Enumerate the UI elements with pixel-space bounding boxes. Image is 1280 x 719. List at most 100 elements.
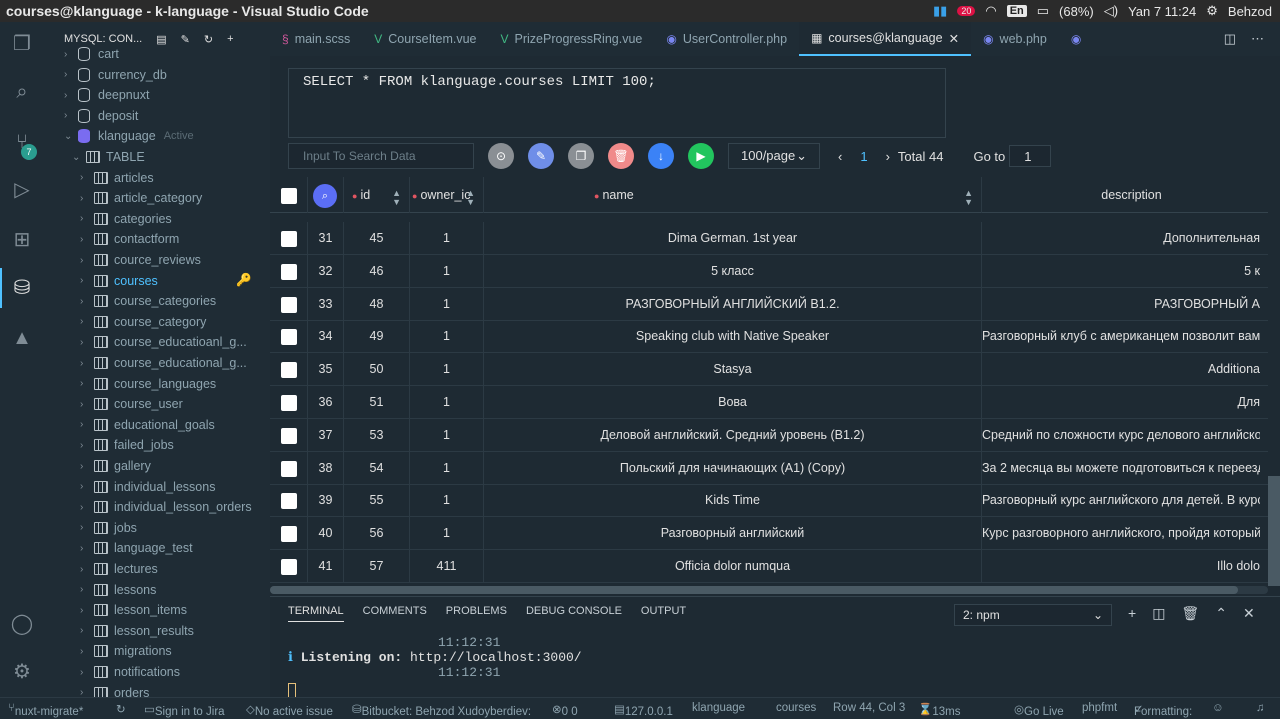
cell-id[interactable]: 46: [344, 254, 410, 288]
tab-courseitem-vue[interactable]: V CourseItem.vue: [362, 22, 488, 56]
tab-more[interactable]: ◉: [1059, 22, 1093, 56]
page-size-select[interactable]: 100/page ⌄: [728, 143, 820, 169]
cell-owner[interactable]: 1: [410, 517, 484, 551]
sync-icon[interactable]: ↻: [116, 702, 126, 716]
new-query-icon[interactable]: ▤: [156, 33, 166, 46]
table-group[interactable]: ⌄ TABLE: [72, 147, 145, 167]
table-item[interactable]: › course_educational_g...: [80, 353, 247, 373]
table-item[interactable]: › migrations: [80, 641, 172, 661]
database-item[interactable]: › deposit: [64, 106, 138, 126]
jira-status[interactable]: ▭ Sign in to Jira: [144, 702, 225, 718]
current-page[interactable]: 1: [860, 149, 867, 164]
tab-problems[interactable]: PROBLEMS: [446, 605, 507, 622]
tab-debug-console[interactable]: DEBUG CONSOLE: [526, 605, 622, 622]
copy-button[interactable]: ❐: [568, 143, 594, 169]
cell-description[interactable]: За 2 месяца вы можете подготовиться к пе…: [982, 452, 1260, 485]
chart-app-icon[interactable]: ▮▮: [933, 3, 947, 19]
table-item[interactable]: › categories: [80, 209, 172, 229]
cell-id[interactable]: 49: [344, 320, 410, 354]
cell-id[interactable]: 57: [344, 550, 410, 583]
debug-icon[interactable]: ▷: [10, 178, 34, 202]
table-row[interactable]: 37 53 1 Деловой английский. Средний уровень…: [270, 418, 1280, 452]
vertical-scrollbar[interactable]: [1268, 56, 1280, 596]
bell-icon[interactable]: ♫: [1256, 702, 1265, 714]
database-item[interactable]: › currency_db: [64, 65, 167, 85]
database-item[interactable]: › deepnuxt: [64, 85, 149, 105]
phpfmt-status[interactable]: phpfmt: [1082, 702, 1117, 714]
table-item[interactable]: › orders: [80, 683, 149, 697]
table-item[interactable]: › language_test: [80, 538, 193, 558]
cell-description[interactable]: Средний по сложности курс делового англи…: [982, 419, 1260, 452]
edit-icon[interactable]: ✎: [181, 33, 190, 46]
sort-icon[interactable]: ▲ ▼: [392, 177, 401, 207]
table-item[interactable]: › gallery: [80, 456, 151, 476]
account-icon[interactable]: ◯: [10, 612, 34, 636]
table-item[interactable]: › cource_reviews: [80, 250, 201, 270]
gear-icon[interactable]: ⚙: [1206, 3, 1218, 19]
table-item[interactable]: › course_categories: [80, 291, 216, 311]
edit-button[interactable]: ✎: [528, 143, 554, 169]
table-item[interactable]: › course_educatioanl_g...: [80, 332, 247, 352]
run-button[interactable]: ▶: [688, 143, 714, 169]
bitbucket-status[interactable]: ⛁ Bitbucket: Behzod Xudoyberdiev:: [352, 702, 531, 718]
cell-name[interactable]: Деловой английский. Средний уровень (В1.…: [484, 418, 982, 452]
cell-name[interactable]: Польский для начинающих (А1) (Copy): [484, 451, 982, 485]
keyboard-layout[interactable]: En: [1006, 5, 1027, 17]
table-item[interactable]: › individual_lessons: [80, 477, 215, 497]
table-row[interactable]: 35 50 1 Stasya Additiona: [270, 353, 1280, 387]
split-terminal-icon[interactable]: ◫: [1152, 605, 1165, 622]
cell-owner[interactable]: 1: [410, 451, 484, 485]
cell-description[interactable]: Для: [982, 386, 1260, 419]
goto-page-input[interactable]: 1: [1009, 145, 1052, 167]
sort-icon[interactable]: ▲ ▼: [466, 177, 475, 207]
cell-name[interactable]: Dima German. 1st year: [484, 222, 982, 255]
table-item[interactable]: › lectures: [80, 559, 158, 579]
explorer-icon[interactable]: ❐: [10, 32, 34, 56]
table-item[interactable]: › lessons: [80, 580, 156, 600]
tab-usercontroller-php[interactable]: ◉ UserController.php: [654, 22, 799, 56]
table-row[interactable]: 41 57 411 Officia dolor numqua Illo dolo: [270, 550, 1280, 583]
cell-id[interactable]: 50: [344, 353, 410, 387]
settings-icon[interactable]: ⚙: [10, 660, 34, 684]
table-item[interactable]: › article_category: [80, 188, 202, 208]
database-item[interactable]: › cart: [64, 44, 119, 64]
tab-main-scss[interactable]: § main.scss: [270, 22, 362, 56]
close-icon[interactable]: ✕: [949, 31, 959, 46]
cell-description[interactable]: Illo dolo: [982, 550, 1260, 583]
table-item[interactable]: › failed_jobs: [80, 435, 174, 455]
cell-name[interactable]: Вова: [484, 386, 982, 419]
cell-id[interactable]: 56: [344, 517, 410, 551]
battery-icon[interactable]: ▭: [1037, 3, 1049, 19]
export-button[interactable]: ↓: [648, 143, 674, 169]
column-header-name[interactable]: ● name ▲ ▼: [484, 177, 982, 213]
column-header-description[interactable]: description: [982, 177, 1280, 213]
filter-button[interactable]: ⊙: [488, 143, 514, 169]
table-row[interactable]: 31 45 1 Dima German. 1st year Дополнительная: [270, 222, 1280, 255]
issue-status[interactable]: ◇ No active issue: [246, 702, 333, 718]
cell-id[interactable]: 55: [344, 484, 410, 518]
table-row[interactable]: 36 51 1 Вова Для: [270, 386, 1280, 419]
clock[interactable]: Yan 7 11:24: [1128, 4, 1196, 19]
cell-owner[interactable]: 1: [410, 484, 484, 518]
next-page-icon[interactable]: ›: [886, 149, 890, 164]
tab-output[interactable]: OUTPUT: [641, 605, 686, 622]
cell-owner[interactable]: 1: [410, 287, 484, 321]
feedback-icon[interactable]: ☺: [1212, 702, 1224, 714]
scrollbar-thumb[interactable]: [270, 586, 1238, 594]
cell-owner[interactable]: 411: [410, 550, 484, 583]
cell-name[interactable]: РАЗГОВОРНЫЙ АНГЛИЙСКИЙ В1.2.: [484, 287, 982, 321]
table-row[interactable]: 38 54 1 Польский для начинающих (А1) (Copy)…: [270, 451, 1280, 485]
close-icon[interactable]: ✕: [1243, 605, 1255, 622]
cell-description[interactable]: РАЗГОВОРНЫЙ А: [982, 288, 1260, 321]
tab-web-php[interactable]: ◉ web.php: [971, 22, 1059, 56]
cell-owner[interactable]: 1: [410, 353, 484, 387]
column-header-id[interactable]: ● id ▲ ▼: [344, 177, 410, 213]
table-item[interactable]: › notifications: [80, 662, 180, 682]
terminal-output[interactable]: 11:12:31 ℹ Listening on: http://localhos…: [288, 635, 582, 680]
cell-id[interactable]: 48: [344, 287, 410, 321]
sql-query-input[interactable]: SELECT * FROM klanguage.courses LIMIT 10…: [288, 68, 946, 138]
db-status[interactable]: klanguage: [692, 702, 745, 714]
cell-owner[interactable]: 1: [410, 222, 484, 255]
column-header-owner[interactable]: ● owner_ic ▲ ▼: [410, 177, 484, 213]
host-status[interactable]: ▤ 127.0.0.1: [614, 702, 673, 718]
